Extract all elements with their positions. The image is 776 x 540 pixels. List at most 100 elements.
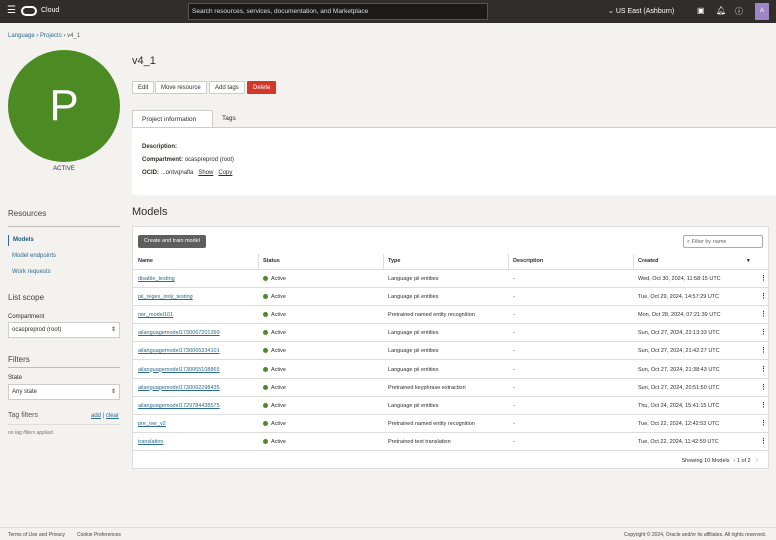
model-name-link[interactable]: ailanguagemodel1730065334101	[138, 348, 220, 354]
oracle-logo-icon[interactable]	[21, 6, 37, 16]
ocid-value: ...ontvqnafla	[160, 170, 194, 176]
model-name-link[interactable]: ailanguagemodel1729784438575	[138, 403, 220, 409]
avatar[interactable]: A	[755, 3, 769, 20]
description-cell: -	[513, 330, 515, 337]
status-text: Active	[271, 366, 286, 373]
cloud-shell-icon[interactable]: ▣	[697, 6, 705, 15]
model-name-link[interactable]: translation	[138, 439, 163, 445]
status-text: Active	[271, 348, 286, 355]
top-bar: ☰ Cloud Search resources, services, docu…	[0, 0, 776, 23]
region-selector[interactable]: ⌄ US East (Ashburn)	[608, 7, 674, 15]
table-row: translation Active Pretrained text trans…	[133, 433, 769, 451]
row-actions-menu-icon[interactable]: ⋮	[760, 437, 767, 445]
create-model-button[interactable]: Create and train model	[138, 235, 206, 248]
model-name-link[interactable]: ailanguagemodel1730067201399	[138, 330, 220, 336]
filter-by-name-input[interactable]: ⌕ Filter by name	[683, 235, 763, 248]
filters-heading: Filters	[8, 355, 30, 364]
state-select[interactable]: Any state ⇕	[8, 384, 120, 400]
column-type[interactable]: Type	[388, 258, 400, 264]
hamburger-menu-icon[interactable]: ☰	[7, 5, 16, 16]
status-text: Active	[271, 294, 286, 301]
type-cell: Language pii entities	[388, 330, 439, 337]
state-label: State	[8, 375, 23, 381]
table-row: disable_testing Active Language pii enti…	[133, 270, 769, 288]
showing-count: Showing 10 Models	[681, 458, 730, 464]
cookie-preferences-link[interactable]: Cookie Preferences	[77, 532, 121, 538]
column-created[interactable]: Created	[638, 258, 658, 264]
divider	[8, 226, 120, 227]
table-row: pre_ner_v2 Active Pretrained named entit…	[133, 415, 769, 433]
footer: Terms of Use and Privacy Cookie Preferen…	[0, 527, 776, 540]
edit-button[interactable]: Edit	[132, 81, 155, 94]
created-cell: Sun, Oct 27, 2024, 21:38:43 UTC	[638, 366, 720, 373]
status-text: Active	[271, 438, 286, 445]
column-description[interactable]: Description	[513, 258, 543, 264]
status-badge: ACTIVE	[53, 166, 75, 172]
row-actions-menu-icon[interactable]: ⋮	[760, 419, 767, 427]
status-dot-icon	[263, 312, 268, 318]
add-tags-button[interactable]: Add tags	[209, 81, 245, 94]
model-name-link[interactable]: pii_regex_only_testing	[138, 294, 193, 300]
column-name[interactable]: Name	[138, 258, 153, 264]
tab-project-information[interactable]: Project information	[132, 110, 213, 128]
created-cell: Wed, Oct 30, 2024, 11:58:15 UTC	[638, 276, 721, 282]
next-page-icon[interactable]: ›	[756, 458, 758, 464]
clear-tag-filter-link[interactable]: clear	[106, 413, 119, 419]
sidebar-item-model-endpoints[interactable]: Model endpoints	[8, 253, 56, 259]
terms-link[interactable]: Terms of Use and Privacy	[8, 532, 65, 538]
created-cell: Thu, Oct 24, 2024, 15:41:15 UTC	[638, 402, 720, 409]
status-cell: Active	[263, 366, 286, 373]
row-actions-menu-icon[interactable]: ⋮	[760, 365, 767, 373]
type-cell: Pretrained named entity recognition	[388, 312, 475, 319]
brand-label[interactable]: Cloud	[41, 7, 59, 14]
sidebar-item-models[interactable]: Models	[8, 235, 34, 246]
status-dot-icon	[263, 384, 268, 390]
column-status[interactable]: Status	[263, 258, 280, 264]
delete-button[interactable]: Delete	[247, 81, 277, 94]
status-dot-icon	[263, 348, 268, 354]
breadcrumb-language[interactable]: Language	[8, 33, 35, 39]
row-actions-menu-icon[interactable]: ⋮	[760, 328, 767, 336]
status-dot-icon	[263, 420, 268, 426]
compartment-select[interactable]: ocaspreprod (root) ⇕	[8, 322, 120, 338]
status-dot-icon	[263, 366, 268, 372]
description-cell: -	[513, 438, 515, 445]
model-name-link[interactable]: ner_model101	[138, 312, 173, 318]
table-row: ailanguagemodel1730065108865 Active Lang…	[133, 361, 769, 379]
created-cell: Tue, Oct 29, 2024, 14:57:29 UTC	[638, 294, 720, 301]
status-cell: Active	[263, 276, 286, 282]
model-name-link[interactable]: disable_testing	[138, 276, 175, 282]
status-cell: Active	[263, 384, 286, 391]
sort-desc-icon[interactable]: ▾	[747, 258, 750, 264]
table-row: ailanguagemodel1730065334101 Active Lang…	[133, 342, 769, 361]
sidebar-item-work-requests[interactable]: Work requests	[8, 269, 51, 275]
table-row: pii_regex_only_testing Active Language p…	[133, 288, 769, 307]
prev-page-icon[interactable]: ‹	[733, 458, 735, 464]
add-tag-filter-link[interactable]: add	[91, 413, 101, 419]
status-text: Active	[271, 384, 286, 391]
row-actions-menu-icon[interactable]: ⋮	[760, 401, 767, 409]
status-text: Active	[271, 276, 286, 282]
breadcrumb-projects[interactable]: Projects	[40, 33, 62, 39]
row-actions-menu-icon[interactable]: ⋮	[760, 346, 767, 354]
show-ocid-link[interactable]: Show	[198, 170, 213, 176]
description-cell: -	[513, 366, 515, 373]
row-actions-menu-icon[interactable]: ⋮	[760, 310, 767, 318]
copy-ocid-link[interactable]: Copy	[218, 170, 232, 176]
page-indicator: 1 of 2	[736, 458, 751, 464]
move-resource-button[interactable]: Move resource	[155, 81, 207, 94]
select-arrows-icon: ⇕	[110, 389, 116, 395]
search-input[interactable]: Search resources, services, documentatio…	[188, 3, 488, 20]
row-actions-menu-icon[interactable]: ⋮	[760, 274, 767, 282]
help-icon[interactable]: ⓘ	[735, 6, 743, 17]
compartment-select-value: ocaspreprod (root)	[12, 327, 62, 333]
bell-icon[interactable]: 🔔︎	[716, 6, 726, 15]
created-cell: Sun, Oct 27, 2024, 22:13:33 UTC	[638, 330, 720, 337]
model-name-link[interactable]: pre_ner_v2	[138, 421, 166, 427]
model-name-link[interactable]: ailanguagemodel1730065108865	[138, 367, 220, 373]
copyright-text: Copyright © 2024, Oracle and/or its affi…	[624, 532, 766, 538]
row-actions-menu-icon[interactable]: ⋮	[760, 292, 767, 300]
tab-tags[interactable]: Tags	[213, 110, 245, 128]
model-name-link[interactable]: ailanguagemodel1730062298435	[138, 385, 220, 391]
row-actions-menu-icon[interactable]: ⋮	[760, 383, 767, 391]
